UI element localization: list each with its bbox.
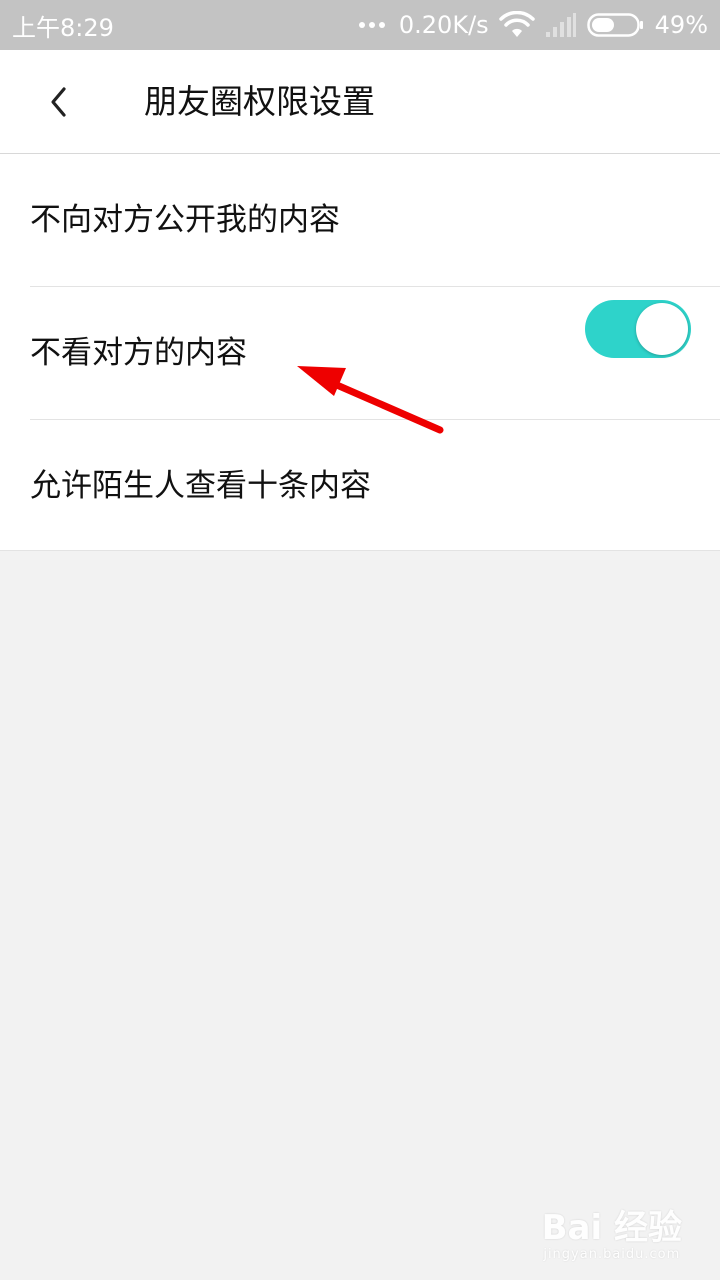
- battery-icon: [586, 12, 645, 38]
- chevron-left-icon: [51, 87, 66, 117]
- back-button[interactable]: [36, 78, 80, 126]
- status-bar: 上午8:29 0.20K/s 49%: [0, 0, 720, 50]
- setting-label: 不看对方的内容: [30, 335, 247, 371]
- watermark: Bai 经验 jingyan.baidu.com: [542, 1200, 682, 1262]
- more-dots-icon: [358, 22, 385, 28]
- status-right: 0.20K/s 49%: [358, 11, 708, 39]
- signal-icon: [545, 12, 577, 38]
- setting-label: 不向对方公开我的内容: [30, 202, 340, 238]
- network-speed: 0.20K/s: [398, 11, 489, 39]
- page-title: 朋友圈权限设置: [144, 82, 375, 121]
- watermark-logo: Bai 经验: [541, 1208, 682, 1248]
- toggle-knob: [636, 303, 688, 355]
- setting-hide-my-content[interactable]: 不向对方公开我的内容: [0, 154, 720, 286]
- allow-strangers-toggle[interactable]: [585, 300, 691, 358]
- setting-label: 允许陌生人查看十条内容: [30, 468, 371, 504]
- status-time: 上午8:29: [12, 13, 114, 42]
- battery-percent: 49%: [654, 11, 708, 39]
- title-bar: 朋友圈权限设置: [0, 50, 720, 154]
- wifi-icon: [498, 11, 535, 39]
- watermark-url: jingyan.baidu.com: [543, 1247, 681, 1262]
- setting-allow-strangers: 允许陌生人查看十条内容: [0, 420, 720, 552]
